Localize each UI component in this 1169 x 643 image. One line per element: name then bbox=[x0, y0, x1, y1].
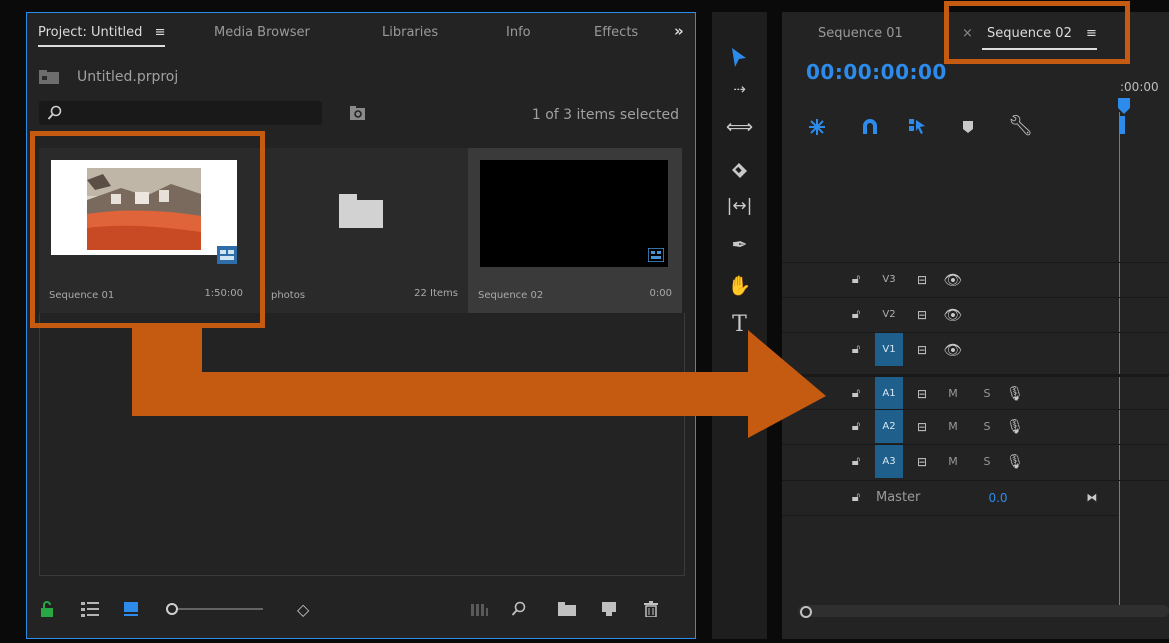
drag-direction-arrow bbox=[132, 326, 826, 438]
